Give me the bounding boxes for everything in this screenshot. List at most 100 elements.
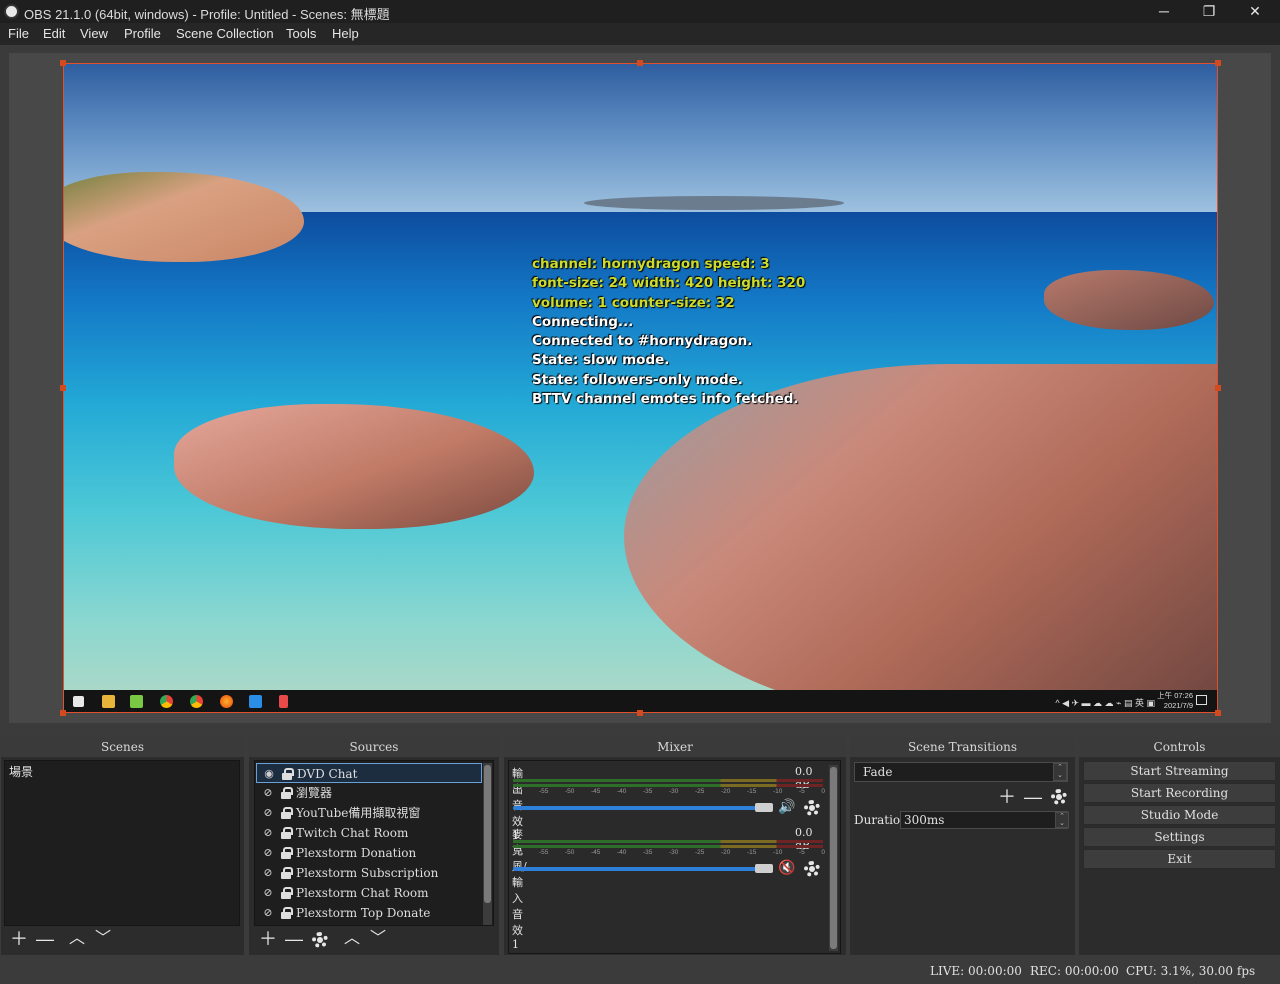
transition-properties-gear-icon[interactable] [1051, 789, 1067, 805]
resize-handle-tl[interactable] [60, 60, 66, 66]
source-row[interactable]: ⊘ Twitch Chat Room [256, 823, 482, 843]
meter-tick-label: -5 [799, 788, 805, 795]
lock-icon[interactable] [281, 787, 293, 799]
resize-handle-br[interactable] [1215, 710, 1221, 716]
eye-visible-icon[interactable]: ◉ [262, 768, 276, 780]
menu-bar: File Edit View Profile Scene Collection … [0, 23, 1280, 45]
meter-tick-label: -10 [773, 788, 783, 795]
move-source-down-button[interactable]: ﹀ [368, 930, 388, 948]
close-button[interactable]: ✕ [1232, 0, 1278, 23]
source-row[interactable]: ⊘ Plexstorm Subscription [256, 863, 482, 883]
maximize-button[interactable]: ❐ [1186, 0, 1232, 23]
sources-scroll-thumb[interactable] [484, 765, 491, 903]
source-row[interactable]: ⊘ Plexstorm Top Donate [256, 903, 482, 923]
resize-handle-tr[interactable] [1215, 60, 1221, 66]
notification-icon [1196, 695, 1207, 705]
speaker-icon[interactable]: 🔊 [778, 798, 795, 815]
track-settings-gear-icon[interactable] [804, 861, 820, 877]
mixer-scrollbar[interactable] [829, 765, 838, 951]
sources-list[interactable]: ◉ DVD Chat ⊘ 瀏覽器 ⊘ YouTube備用擷取視窗 ⊘ Twitch Chat … [254, 760, 494, 926]
lock-icon[interactable] [281, 907, 293, 919]
studio-mode-button[interactable]: Studio Mode [1083, 805, 1276, 825]
lock-icon[interactable] [281, 807, 293, 819]
volume-slider[interactable] [513, 806, 773, 810]
resize-handle-l[interactable] [60, 385, 66, 391]
source-row[interactable]: ◉ DVD Chat [256, 763, 482, 783]
resize-handle-bl[interactable] [60, 710, 66, 716]
menu-tools[interactable]: Tools [286, 26, 316, 41]
meter-tick-label: -45 [591, 849, 601, 856]
level-meter [513, 779, 823, 782]
volume-slider-knob[interactable] [755, 864, 773, 873]
add-scene-button[interactable]: ＋ [9, 930, 29, 948]
menu-help[interactable]: Help [332, 26, 359, 41]
volume-slider-knob[interactable] [755, 803, 773, 812]
remove-transition-button[interactable]: — [1023, 788, 1043, 806]
eye-hidden-icon[interactable]: ⊘ [261, 847, 275, 859]
add-source-button[interactable]: ＋ [258, 930, 278, 948]
move-scene-up-button[interactable]: ︿ [67, 930, 87, 948]
remove-scene-button[interactable]: — [35, 930, 55, 948]
lock-icon[interactable] [281, 887, 293, 899]
sources-title: Sources [249, 737, 499, 757]
start-streaming-button[interactable]: Start Streaming [1083, 761, 1276, 781]
mixer-scroll-thumb[interactable] [830, 767, 837, 949]
duration-input[interactable]: 300ms [900, 811, 1068, 829]
eye-hidden-icon[interactable]: ⊘ [261, 787, 275, 799]
source-row[interactable]: ⊘ 瀏覽器 [256, 783, 482, 803]
eye-hidden-icon[interactable]: ⊘ [261, 807, 275, 819]
transitions-title: Scene Transitions [850, 737, 1075, 757]
source-properties-gear-icon[interactable] [312, 932, 328, 948]
source-row[interactable]: ⊘ Plexstorm Donation [256, 843, 482, 863]
minimize-button[interactable]: ─ [1141, 0, 1187, 23]
resize-handle-r[interactable] [1215, 385, 1221, 391]
menu-profile[interactable]: Profile [124, 26, 161, 41]
resize-handle-t[interactable] [637, 60, 643, 66]
meter-tick-label: -30 [669, 788, 679, 795]
resize-handle-b[interactable] [637, 710, 643, 716]
add-transition-button[interactable]: ＋ [997, 788, 1017, 806]
menu-scene-collection[interactable]: Scene Collection [176, 26, 274, 41]
eye-hidden-icon[interactable]: ⊘ [261, 867, 275, 879]
lock-icon[interactable] [281, 827, 293, 839]
overlay-line: channel: hornydragon speed: 3 [532, 256, 770, 272]
volume-slider[interactable] [513, 867, 773, 871]
track-settings-gear-icon[interactable] [804, 800, 820, 816]
transition-select[interactable]: Fade [854, 762, 1068, 782]
source-row[interactable]: ⊘ YouTube備用擷取視窗 [256, 803, 482, 823]
preview-canvas[interactable]: channel: hornydragon speed: 3 font-size: … [63, 63, 1218, 713]
remove-source-button[interactable]: — [284, 930, 304, 948]
source-row[interactable]: ⊘ Plexstorm Chat Room [256, 883, 482, 903]
menu-edit[interactable]: Edit [43, 26, 65, 41]
sources-scrollbar[interactable] [483, 763, 492, 925]
exit-button[interactable]: Exit [1083, 849, 1276, 869]
rock-right-large [624, 364, 1217, 712]
menu-view[interactable]: View [80, 26, 108, 41]
speaker-muted-icon[interactable]: 🔇 [778, 859, 795, 876]
menu-file[interactable]: File [8, 26, 29, 41]
controls-title: Controls [1079, 737, 1280, 757]
eye-hidden-icon[interactable]: ⊘ [261, 827, 275, 839]
meter-tick-label: -40 [617, 788, 627, 795]
eye-hidden-icon[interactable]: ⊘ [261, 907, 275, 919]
transition-select-arrow[interactable]: ⌃ ⌄ [1053, 763, 1067, 781]
overlay-line: volume: 1 counter-size: 32 [532, 294, 735, 311]
duration-spinner[interactable]: ⌃ ⌄ [1055, 812, 1069, 828]
app-icon [279, 695, 288, 708]
lock-icon[interactable] [281, 847, 293, 859]
settings-button[interactable]: Settings [1083, 827, 1276, 847]
meter-tick-label: -35 [643, 849, 653, 856]
scenes-list[interactable]: 場景 [4, 760, 240, 926]
window-title: OBS 21.1.0 (64bit, windows) - Profile: U… [24, 7, 390, 22]
move-source-up-button[interactable]: ︿ [342, 930, 362, 948]
scene-item[interactable]: 場景 [5, 761, 239, 782]
start-recording-button[interactable]: Start Recording [1083, 783, 1276, 803]
eye-hidden-icon[interactable]: ⊘ [261, 887, 275, 899]
lock-icon[interactable] [281, 867, 293, 879]
source-name: DVD Chat [297, 767, 358, 781]
meter-tick-label: -55 [539, 849, 549, 856]
move-scene-down-button[interactable]: ﹀ [93, 930, 113, 948]
lock-icon[interactable] [282, 768, 294, 780]
file-explorer-icon [102, 695, 115, 708]
meter-scale: -60 -55 -50 -45 -40 -35 -30 -25 -20 -15 -10 -5 0 [513, 788, 825, 795]
